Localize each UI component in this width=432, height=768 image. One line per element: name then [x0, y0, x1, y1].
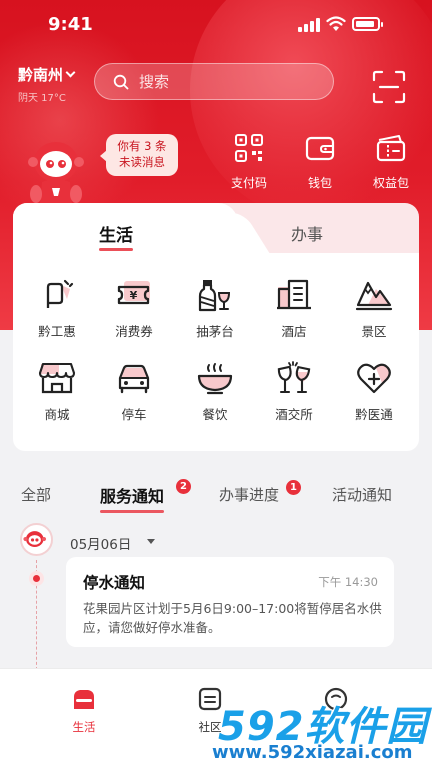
nav-life[interactable]: 生活: [54, 685, 114, 735]
quick-action-label: 支付码: [230, 176, 267, 190]
service-label: 抽茅台: [196, 324, 234, 339]
search-input[interactable]: [139, 72, 299, 91]
tab-life[interactable]: 生活: [99, 221, 133, 251]
wine-glass-icon: [277, 361, 311, 394]
service-label: 黔医通: [355, 407, 393, 422]
service-label: 消费券: [115, 324, 153, 339]
qr-code-icon: [235, 134, 263, 162]
quick-action-benefits[interactable]: 权益包: [366, 132, 416, 191]
service-scenic[interactable]: 景区: [336, 275, 412, 340]
service-label: 商城: [44, 407, 70, 422]
coupon-icon: ¥: [117, 281, 150, 305]
bubble-line-1: 你有 3 条: [117, 139, 167, 154]
service-coupon[interactable]: ¥ 消费券: [96, 275, 172, 340]
tab-label: 服务通知: [100, 487, 165, 506]
tab-activity-notice[interactable]: 活动通知: [332, 484, 392, 505]
weather-info: 阴天 17°C: [18, 93, 66, 104]
timeline-date[interactable]: 05月06日: [70, 533, 131, 553]
service-label: 景区: [361, 324, 387, 339]
battery-icon: [352, 17, 383, 31]
notice-text: 花果园片区计划于5月6日9:00–17:00将暂停居名水供应，请您做好停水准备。: [83, 601, 382, 636]
ticket-bag-icon: [376, 135, 406, 162]
status-time: 9:41: [48, 14, 93, 35]
notice-title: 停水通知: [83, 574, 146, 592]
watermark-url: www.592xiazai.com: [212, 742, 413, 763]
notification-tabs: 全部 服务通知 2 办事进度 1 活动通知: [0, 479, 432, 513]
bottle-icon: [198, 280, 231, 312]
service-hotel[interactable]: 酒店: [256, 275, 332, 340]
wifi-icon: [326, 16, 346, 31]
service-parking[interactable]: 停车: [96, 358, 172, 423]
quick-action-wallet[interactable]: 钱包: [295, 132, 345, 191]
service-label: 黔工惠: [38, 324, 76, 339]
mascot-robot-image[interactable]: [18, 132, 98, 214]
timeline-dot: [29, 571, 44, 586]
svg-text:¥: ¥: [130, 289, 138, 302]
tab-label: 活动通知: [332, 486, 393, 504]
wallet-icon: [305, 136, 335, 161]
location-selector[interactable]: 黔南州 阴天 17°C: [18, 64, 76, 104]
service-moutai[interactable]: 抽茅台: [177, 275, 253, 340]
unread-badge: 1: [286, 480, 301, 495]
chevron-down-icon: [65, 67, 76, 78]
tab-all[interactable]: 全部: [21, 484, 51, 505]
notice-time: 下午 14:30: [318, 575, 378, 589]
robot-avatar-icon: [23, 531, 47, 547]
status-bar: 9:41: [0, 0, 432, 50]
watermark-logo: 592软件园 www.592xiazai.com: [198, 690, 432, 768]
service-label: 餐饮: [202, 407, 228, 422]
heart-plus-icon: [357, 363, 391, 394]
unread-badge: 2: [176, 479, 191, 494]
tab-label: 全部: [21, 486, 52, 504]
car-icon: [118, 364, 150, 394]
flag-icon: [46, 279, 74, 308]
services-card: 生活 办事 黔工惠 ¥ 消费券 抽茅台 酒店 景区 商城 停车 餐饮 酒交所 黔…: [13, 203, 419, 451]
service-label: 酒交所: [275, 407, 313, 422]
service-mall[interactable]: 商城: [19, 358, 95, 423]
quick-action-label: 权益包: [372, 176, 409, 190]
bowl-icon: [197, 363, 233, 395]
search-icon: [113, 74, 129, 89]
avatar: [20, 523, 53, 556]
service-dining[interactable]: 餐饮: [177, 358, 253, 423]
hotel-icon: [277, 279, 311, 310]
city-name: 黔南州: [18, 66, 64, 84]
home-icon: [74, 690, 94, 709]
service-medical[interactable]: 黔医通: [336, 358, 412, 423]
shop-icon: [38, 362, 76, 394]
notice-card[interactable]: 停水通知 下午 14:30 花果园片区计划于5月6日9:00–17:00将暂停居…: [66, 557, 394, 647]
active-tab-underline: [100, 510, 165, 513]
service-wine-exchange[interactable]: 酒交所: [256, 358, 332, 423]
tab-affairs[interactable]: 办事: [291, 221, 323, 245]
service-label: 酒店: [281, 324, 307, 339]
service-qiangonghui[interactable]: 黔工惠: [19, 275, 95, 340]
quick-action-pay-code[interactable]: 支付码: [224, 132, 274, 191]
caret-down-icon[interactable]: [147, 539, 155, 544]
scan-icon[interactable]: [372, 70, 406, 104]
tab-affairs-progress[interactable]: 办事进度 1: [219, 480, 301, 505]
tab-label: 办事进度: [219, 486, 280, 504]
nav-label: 生活: [72, 720, 96, 734]
service-label: 停车: [121, 407, 147, 422]
bubble-line-2: 未读消息: [119, 155, 165, 169]
signal-icon: [298, 18, 320, 32]
quick-action-label: 钱包: [307, 176, 332, 190]
mountain-icon: [355, 281, 393, 311]
search-bar[interactable]: [94, 63, 334, 100]
unread-messages-bubble[interactable]: 你有 3 条 未读消息: [100, 134, 178, 176]
tab-service-notice[interactable]: 服务通知 2: [100, 479, 191, 513]
